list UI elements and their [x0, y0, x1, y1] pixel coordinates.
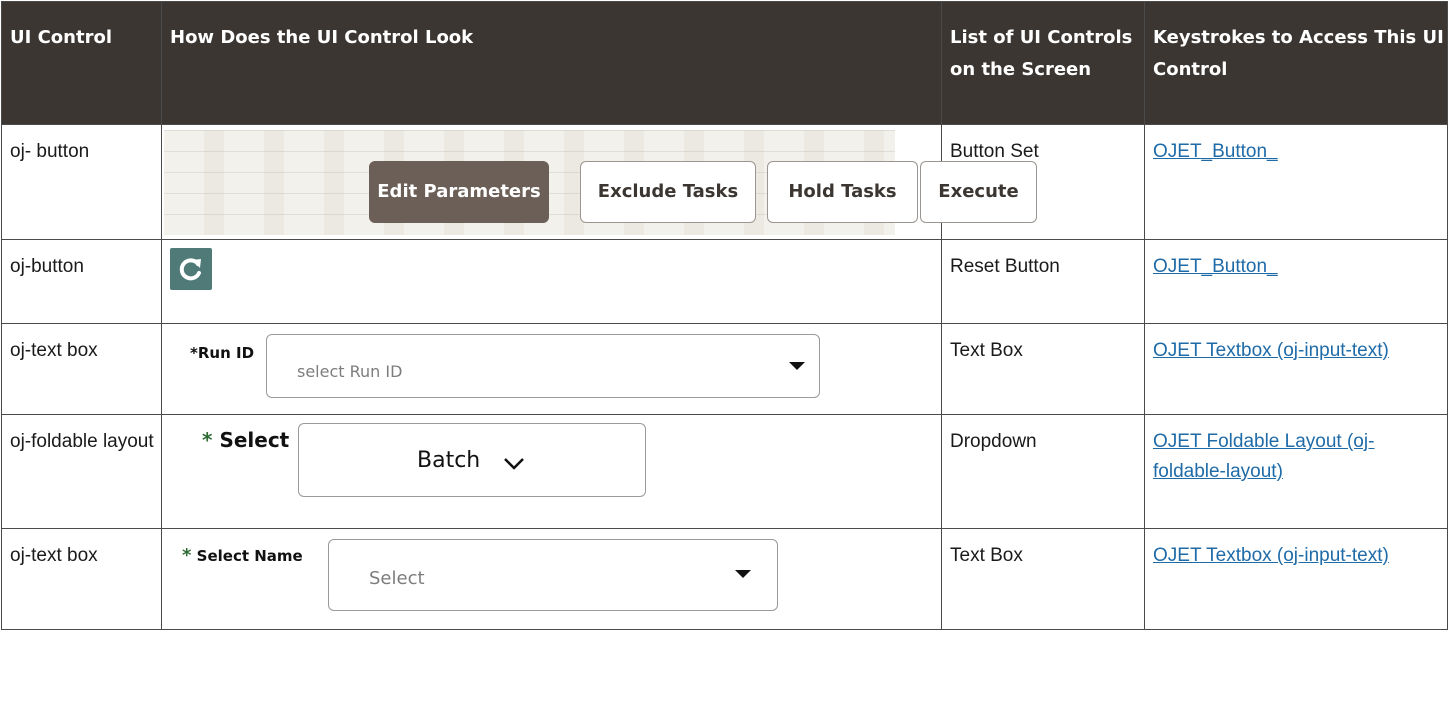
cell-link: OJET Textbox (oj-input-text) — [1144, 528, 1448, 630]
cell-visual-reset — [161, 239, 942, 324]
ui-controls-table: UI Control How Does the UI Control Look … — [1, 1, 1448, 630]
table-row: oj-text box * Select Name Select Text Bo… — [1, 528, 1448, 630]
cell-list: Dropdown — [941, 414, 1145, 529]
cell-control: oj-foldable layout — [1, 414, 162, 529]
select-name-label: * Select Name — [182, 545, 303, 566]
select-name-placeholder: Select — [369, 568, 425, 589]
run-id-placeholder: select Run ID — [297, 362, 403, 381]
chevron-down-icon — [504, 458, 524, 470]
cell-visual-run-id: *Run ID select Run ID — [161, 323, 942, 415]
header-ui-control: UI Control — [1, 1, 162, 125]
header-how-look: How Does the UI Control Look — [161, 1, 942, 125]
cell-control: oj-button — [1, 239, 162, 324]
ojet-textbox-link[interactable]: OJET Textbox (oj-input-text) — [1153, 340, 1389, 361]
cell-visual-select-name: * Select Name Select — [161, 528, 942, 630]
cell-visual-foldable: * Select Batch — [161, 414, 942, 529]
reset-button[interactable] — [170, 248, 212, 290]
run-id-label: *Run ID — [190, 344, 255, 362]
cell-list: Text Box — [941, 323, 1145, 415]
cell-link: OJET_Button_ — [1144, 239, 1448, 324]
batch-value: Batch — [417, 448, 481, 473]
hold-tasks-button[interactable]: Hold Tasks — [767, 161, 918, 223]
refresh-icon — [179, 258, 201, 281]
table-header-row: UI Control How Does the UI Control Look … — [1, 1, 1448, 125]
table-row: oj-text box *Run ID select Run ID Text B… — [1, 323, 1448, 415]
exclude-tasks-button[interactable]: Exclude Tasks — [580, 161, 756, 223]
cell-list: Reset Button — [941, 239, 1145, 324]
cell-link: OJET Textbox (oj-input-text) — [1144, 323, 1448, 415]
select-name-dropdown[interactable]: Select — [328, 539, 778, 611]
edit-parameters-button[interactable]: Edit Parameters — [369, 161, 549, 223]
ojet-button-link[interactable]: OJET_Button_ — [1153, 141, 1278, 162]
select-label: * Select — [202, 428, 290, 452]
button-set: Edit Parameters Exclude Tasks Hold Tasks — [164, 130, 918, 235]
ojet-foldable-link[interactable]: OJET Foldable Layout (oj-foldable-layout… — [1153, 431, 1374, 482]
table-row: oj-foldable layout * Select Batch Dropdo… — [1, 414, 1448, 529]
cell-visual-button-set: Edit Parameters Exclude Tasks Hold Tasks… — [161, 124, 1037, 240]
header-keystrokes: Keystrokes to Access This UI Control — [1144, 1, 1448, 125]
run-id-select[interactable]: select Run ID — [266, 334, 820, 398]
table-row: oj- button Edit Parameters Exclude Tasks… — [1, 124, 1448, 240]
cell-control: oj-text box — [1, 528, 162, 630]
caret-down-icon — [735, 570, 751, 578]
ojet-textbox-link[interactable]: OJET Textbox (oj-input-text) — [1153, 545, 1389, 566]
cell-control: oj-text box — [1, 323, 162, 415]
cell-list: Text Box — [941, 528, 1145, 630]
cell-link: OJET_Button_ — [1144, 124, 1448, 240]
cell-link: OJET Foldable Layout (oj-foldable-layout… — [1144, 414, 1448, 529]
caret-down-icon — [789, 362, 805, 370]
ojet-button-link[interactable]: OJET_Button_ — [1153, 256, 1278, 277]
execute-button[interactable]: Execute — [920, 161, 1037, 223]
header-list-controls: List of UI Controls on the Screen — [941, 1, 1145, 125]
cell-control: oj- button — [1, 124, 162, 240]
batch-dropdown[interactable]: Batch — [298, 423, 646, 497]
table-row: oj-button Reset Button OJET_Button_ — [1, 239, 1448, 324]
